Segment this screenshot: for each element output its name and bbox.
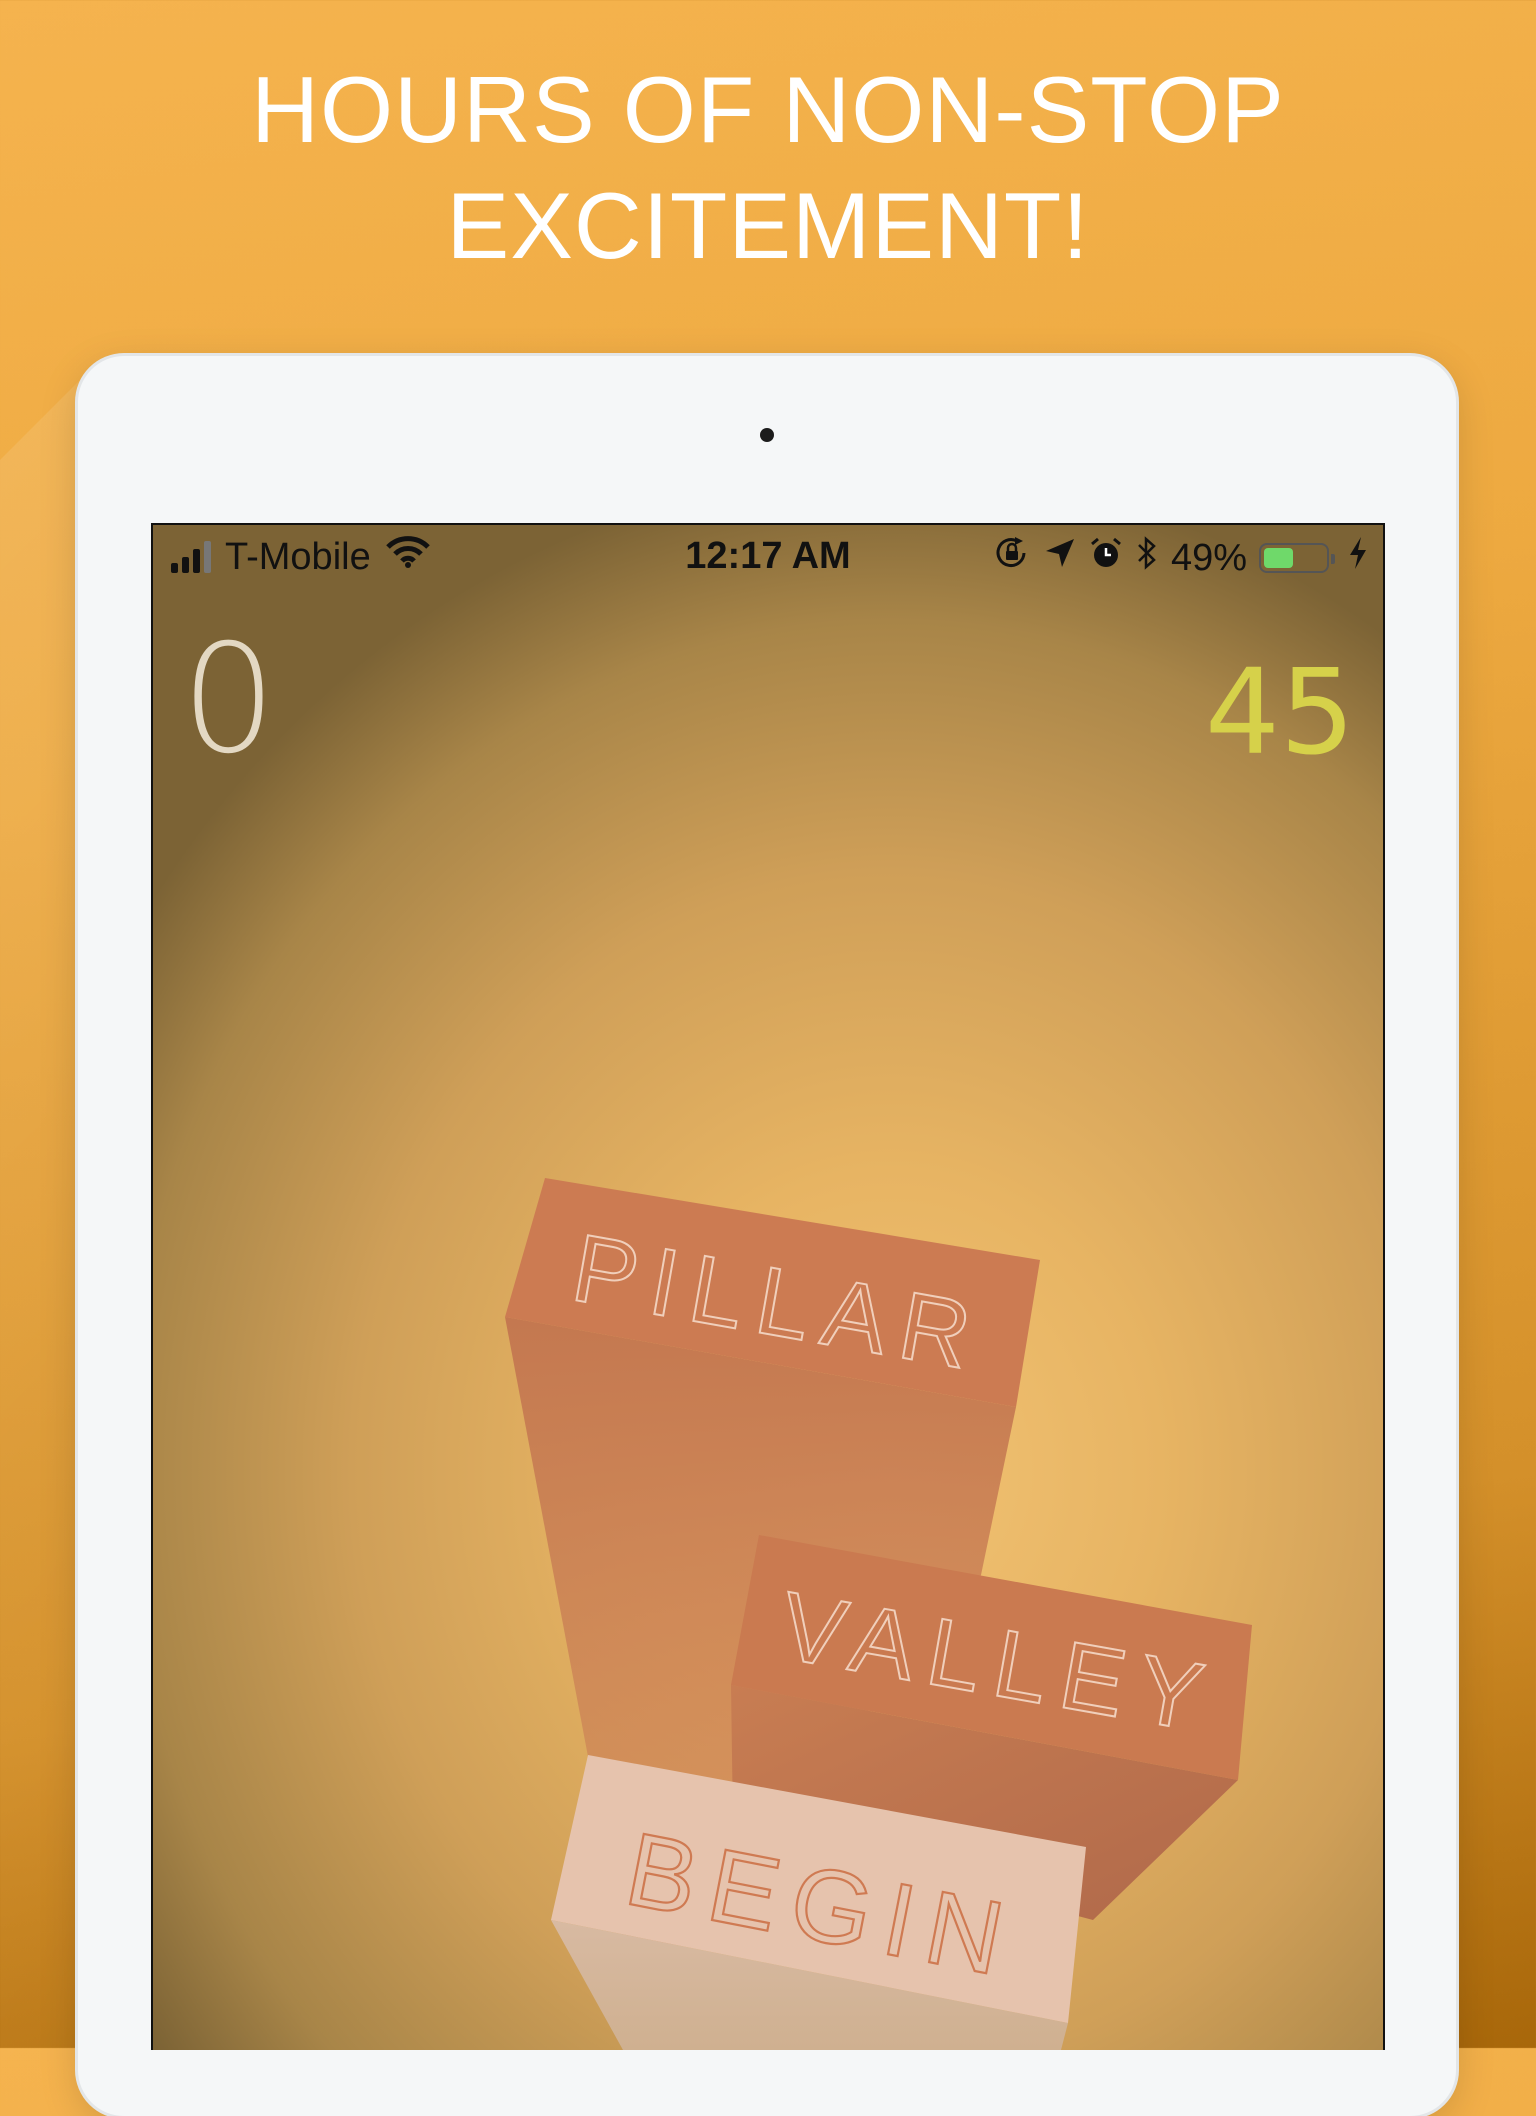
headline-line-1: HOURS OF NON-STOP [251, 57, 1285, 162]
game-screen[interactable]: T-Mobile 12:17 AM 49% 0 45 PILLAR VALLEY… [151, 523, 1385, 2050]
headline-line-2: EXCITEMENT! [446, 173, 1090, 278]
camera-dot [760, 428, 774, 442]
headline: HOURS OF NON-STOP EXCITEMENT! [0, 52, 1536, 284]
menu-blocks: PILLAR VALLEY BEGIN [505, 1178, 1252, 2050]
